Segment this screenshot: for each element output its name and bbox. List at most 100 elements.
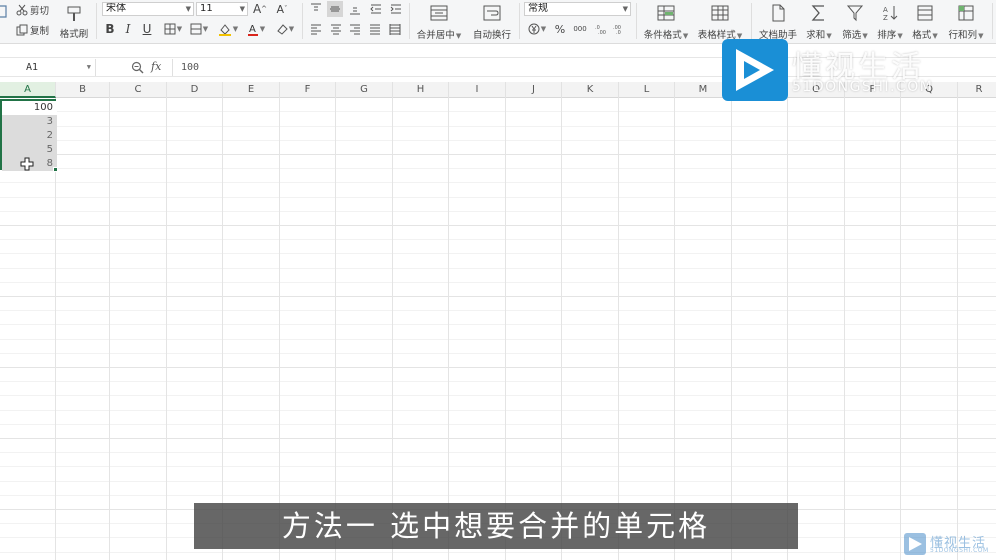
column-header-g[interactable]: G (336, 82, 393, 98)
paste-icon[interactable] (0, 3, 8, 19)
column-header-c[interactable]: C (110, 82, 167, 98)
svg-text:.00: .00 (598, 30, 606, 35)
svg-text:.0: .0 (616, 30, 621, 35)
fill-handle[interactable] (53, 167, 58, 172)
divider (409, 3, 410, 39)
conditional-format-icon (657, 5, 675, 20)
name-box[interactable]: A1 ▼ (0, 59, 96, 76)
copy-icon (16, 24, 28, 36)
column-header-d[interactable]: D (167, 82, 223, 98)
sigma-icon (811, 4, 824, 21)
table-style-button[interactable]: 表格样式▼ (694, 2, 746, 42)
column-header-j[interactable]: J (506, 82, 562, 98)
align-middle-icon[interactable] (327, 1, 343, 17)
spreadsheet-grid[interactable]: ABCDEFGHIJKLMNOPQR (0, 82, 996, 560)
format-painter-button[interactable]: 格式刷 (59, 2, 89, 42)
font-size-select[interactable]: 11 ▼ (196, 2, 248, 16)
decrease-decimal-icon[interactable]: .00.0 (612, 22, 626, 36)
column-header-k[interactable]: K (562, 82, 619, 98)
align-left-icon[interactable] (309, 22, 323, 36)
increase-indent-icon[interactable] (389, 2, 403, 16)
svg-text:A: A (883, 6, 888, 14)
zoom-search-icon[interactable] (131, 61, 144, 77)
cell-A2[interactable]: 3 (2, 115, 57, 129)
cross-cursor-icon (20, 157, 34, 174)
distribute-icon[interactable] (388, 22, 402, 36)
doc-helper-button[interactable]: 文档助手 (756, 2, 800, 42)
conditional-format-label: 条件格式 (643, 29, 682, 41)
currency-button[interactable]: ▼ (526, 22, 548, 36)
align-center-icon[interactable] (329, 22, 343, 36)
percent-button[interactable]: % (553, 22, 567, 36)
filter-button[interactable]: 筛选▼ (838, 2, 872, 42)
cell-A4[interactable]: 5 (2, 143, 57, 157)
increase-decimal-icon[interactable]: .0.00 (594, 22, 608, 36)
grid-line (561, 98, 562, 560)
filter-funnel-icon (846, 5, 864, 21)
scissors-icon (16, 4, 28, 16)
sort-az-icon: AZ (883, 5, 898, 22)
wrap-text-button[interactable]: 自动换行 (470, 2, 514, 42)
column-header-a[interactable]: A (0, 82, 56, 98)
divider (519, 3, 520, 39)
column-header-f[interactable]: F (280, 82, 336, 98)
column-header-r[interactable]: R (958, 82, 996, 98)
chevron-down-icon: ▼ (185, 5, 191, 13)
video-caption: 方法一 选中想要合并的单元格 (194, 503, 798, 549)
cell-style-button[interactable]: ▼ (188, 22, 210, 36)
rows-cols-label: 行和列 (948, 29, 978, 41)
grid-line (957, 98, 958, 560)
column-header-e[interactable]: E (223, 82, 280, 98)
underline-button[interactable]: U (141, 22, 153, 36)
format-button[interactable]: 格式▼ (908, 2, 942, 42)
align-bottom-icon[interactable] (348, 2, 362, 16)
cell-A3[interactable]: 2 (2, 129, 57, 143)
cut-button[interactable]: 剪切 (16, 3, 49, 17)
svg-text:A: A (249, 24, 256, 35)
svg-text:Z: Z (883, 14, 888, 22)
decrease-font-icon[interactable]: Aˇ (275, 2, 289, 16)
font-color-button[interactable]: A ▼ (245, 22, 267, 36)
fill-color-button[interactable]: ▼ (217, 22, 239, 36)
grid-line (448, 98, 449, 560)
column-header-l[interactable]: L (619, 82, 675, 98)
insert-function-button[interactable]: fx (151, 60, 161, 73)
grid-line (109, 98, 110, 560)
align-right-icon[interactable] (348, 22, 362, 36)
grid-line (392, 98, 393, 560)
watermark-logo: 懂视生活 51DONGSHI.COM (722, 39, 952, 101)
cell-grid[interactable] (0, 98, 996, 560)
corner-logo-subtitle: 51DONGSHI.COM (930, 547, 989, 554)
italic-button[interactable]: I (122, 22, 134, 36)
borders-button[interactable]: ▼ (162, 22, 184, 36)
cut-label: 剪切 (30, 6, 50, 17)
format-painter-icon (67, 6, 81, 21)
cell-A1[interactable]: 100 (2, 101, 57, 115)
rows-cols-button[interactable]: 行和列▼ (944, 2, 988, 42)
thousands-separator-button[interactable]: 000 (572, 22, 588, 36)
decrease-indent-icon[interactable] (369, 2, 383, 16)
name-box-value: A1 (26, 62, 39, 73)
merge-center-button[interactable]: 合并居中▼ (414, 2, 464, 42)
clear-button[interactable]: ▼ (274, 22, 296, 36)
number-format-select[interactable]: 常规 ▼ (524, 2, 631, 16)
divider (302, 3, 303, 39)
conditional-format-button[interactable]: 条件格式▼ (640, 2, 692, 42)
chevron-down-icon: ▼ (239, 5, 245, 13)
font-family-select[interactable]: 宋体 ▼ (102, 2, 194, 16)
grid-line (166, 98, 167, 560)
column-header-b[interactable]: B (56, 82, 110, 98)
column-header-i[interactable]: I (449, 82, 506, 98)
increase-font-icon[interactable]: A ^ (253, 2, 267, 16)
grid-line (674, 98, 675, 560)
grid-line (731, 98, 732, 560)
rows-columns-icon (958, 5, 974, 20)
bold-button[interactable]: B (104, 22, 116, 36)
align-top-icon[interactable] (309, 2, 323, 16)
justify-icon[interactable] (368, 22, 382, 36)
corner-logo: 懂视生活 51DONGSHI.COM (904, 532, 994, 556)
sum-button[interactable]: 求和▼ (803, 2, 835, 42)
copy-button[interactable]: 复制 (16, 23, 49, 37)
column-header-h[interactable]: H (393, 82, 449, 98)
sort-button[interactable]: AZ 排序▼ (874, 2, 906, 42)
